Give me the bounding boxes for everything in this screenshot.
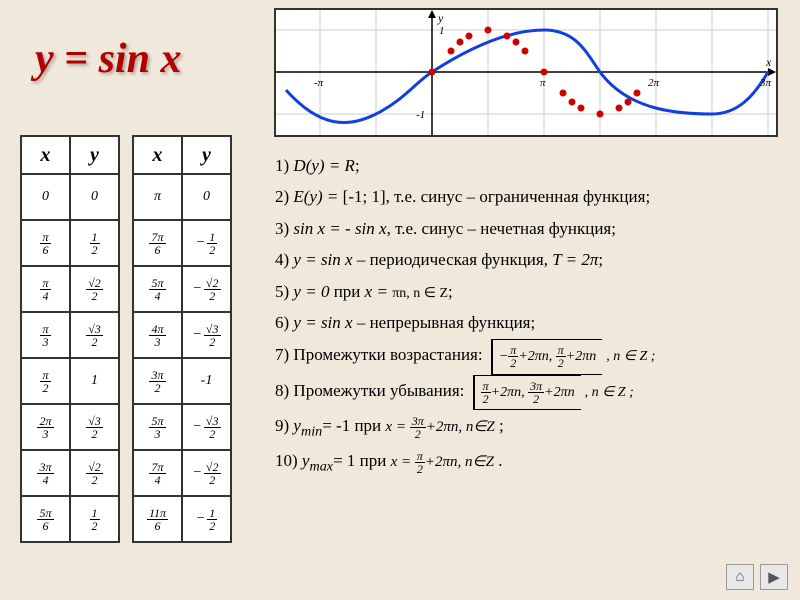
axis-y-label: y — [437, 11, 444, 25]
prop-6: 6) y = sin x – непрерывная функция; — [275, 307, 785, 338]
page-title: y = sin x — [35, 35, 181, 83]
axis-x-label: x — [765, 55, 772, 69]
prop-5: 5) y = 0 при x = πn, n ∈ Z; — [275, 276, 785, 307]
properties-list: 1) D(y) = R; 2) E(y) = [-1; 1], т.е. син… — [275, 150, 785, 480]
svg-text:1: 1 — [439, 25, 445, 37]
next-button[interactable]: ▶ — [760, 564, 788, 590]
svg-text:-1: -1 — [416, 109, 425, 121]
table-1: xy 00 π612 π4√22 π3√32 π21 2π3√32 3π4√22… — [20, 135, 120, 543]
svg-text:3π: 3π — [759, 77, 772, 89]
prop-8: 8) Промежутки убывания: π2+2πn, 3π2+2πn,… — [275, 375, 785, 411]
prop-10: 10) ymax= 1 при x = π2+2πn, n∈Z . — [275, 445, 785, 480]
prop-7: 7) Промежутки возрастания: −π2+2πn, π2+2… — [275, 339, 785, 375]
nav-controls: ⌂ ▶ — [726, 564, 788, 590]
table-2: xy π0 7π6−12 5π4−√22 4π3−√32 3π2-1 5π3−√… — [132, 135, 232, 543]
home-button[interactable]: ⌂ — [726, 564, 754, 590]
prop-9: 9) ymin= -1 при x = 3π2+2πn, n∈Z ; — [275, 410, 785, 445]
prop-2: 2) E(y) = [-1; 1], т.е. синус – ограниче… — [275, 181, 785, 212]
prop-3: 3) sin x = - sin x, т.е. синус – нечетна… — [275, 213, 785, 244]
svg-text:π: π — [540, 77, 546, 89]
value-tables: xy 00 π612 π4√22 π3√32 π21 2π3√32 3π4√22… — [20, 135, 232, 543]
prop-1: 1) D(y) = R; — [275, 150, 785, 181]
sine-graph: y x 1 -1 -π π 2π 3π — [274, 8, 778, 137]
svg-text:-π: -π — [314, 77, 324, 89]
svg-text:2π: 2π — [648, 77, 660, 89]
prop-4: 4) y = sin x – периодическая функция, T … — [275, 244, 785, 275]
